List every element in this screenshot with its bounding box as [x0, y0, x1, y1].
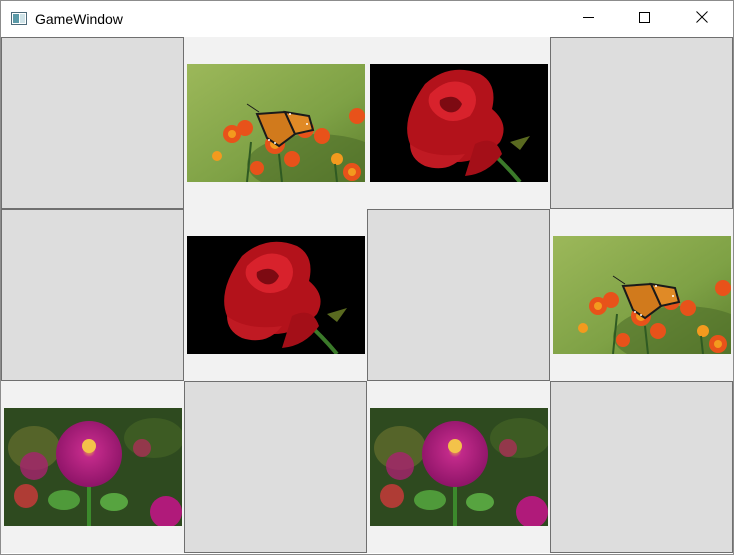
butterfly-marigold-image: [553, 236, 731, 354]
red-rose-image: [187, 236, 365, 354]
maximize-button[interactable]: [621, 1, 667, 37]
card-butterfly-marigold[interactable]: [184, 37, 367, 209]
card-butterfly-marigold[interactable]: [550, 209, 733, 381]
window-title: GameWindow: [35, 11, 123, 27]
card-back[interactable]: [367, 209, 550, 381]
butterfly-marigold-image: [187, 64, 365, 182]
card-back[interactable]: [184, 381, 367, 553]
card-red-rose[interactable]: [367, 37, 550, 209]
pink-zinnia-image: [4, 408, 182, 526]
card-back[interactable]: [550, 381, 733, 553]
maximize-icon: [638, 10, 650, 28]
minimize-icon: [582, 10, 594, 28]
card-pink-zinnia[interactable]: [1, 381, 184, 553]
close-button[interactable]: [679, 1, 725, 37]
game-window: GameWindow: [0, 0, 734, 555]
close-icon: [696, 10, 708, 28]
card-back[interactable]: [1, 209, 184, 381]
card-grid: [1, 37, 733, 554]
red-rose-image: [370, 64, 548, 182]
pink-zinnia-image: [370, 408, 548, 526]
card-back[interactable]: [550, 37, 733, 209]
title-bar[interactable]: GameWindow: [1, 1, 733, 37]
card-back[interactable]: [1, 37, 184, 209]
app-icon: [11, 12, 27, 25]
minimize-button[interactable]: [565, 1, 611, 37]
card-pink-zinnia[interactable]: [367, 381, 550, 553]
card-red-rose[interactable]: [184, 209, 367, 381]
